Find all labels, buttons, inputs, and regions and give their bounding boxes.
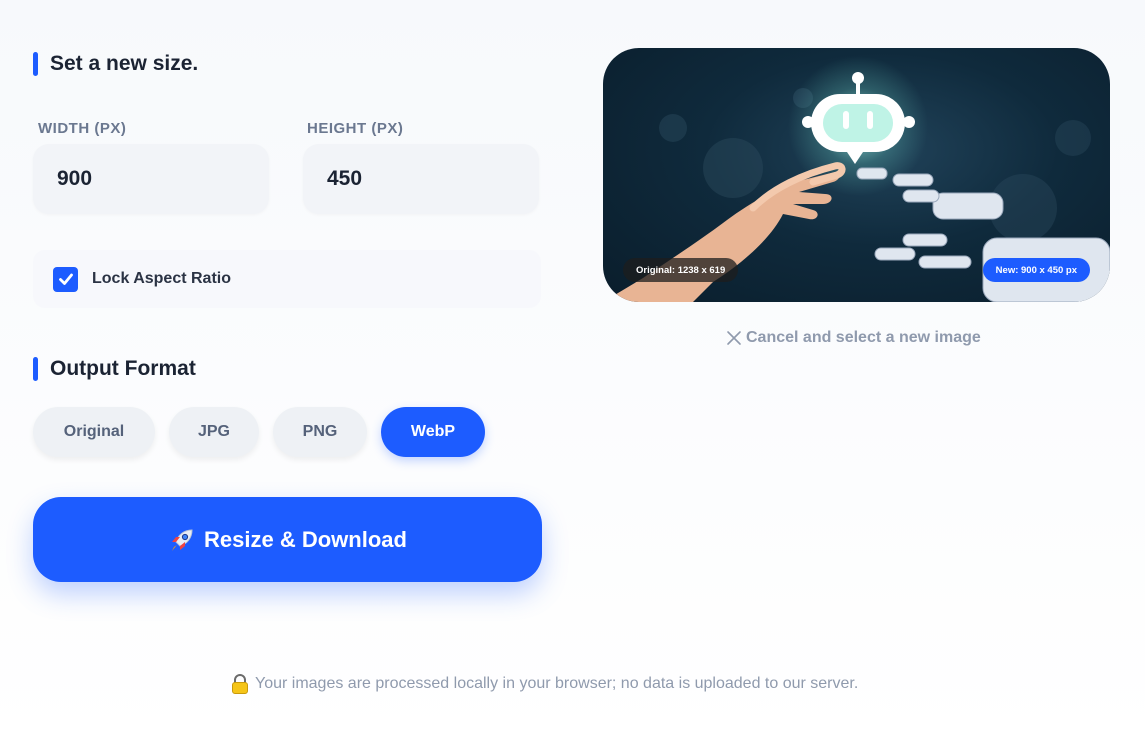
size-section-label: Set a new size. <box>50 52 199 75</box>
height-value: 450 <box>327 167 363 190</box>
height-label: HEIGHT (PX) <box>307 120 404 137</box>
image-preview: Original: 1238 x 619 New: 900 x 450 px <box>603 48 1110 302</box>
width-value: 900 <box>57 167 93 190</box>
format-original-button[interactable]: Original <box>33 407 155 457</box>
close-icon <box>727 331 741 345</box>
cancel-select-new-image-link[interactable]: Cancel and select a new image <box>726 329 981 347</box>
lock-aspect-ratio-label: Lock Aspect Ratio <box>92 270 231 287</box>
format-jpg-button[interactable]: JPG <box>169 407 259 457</box>
lock-aspect-ratio-checkbox[interactable] <box>53 266 78 292</box>
privacy-note-text: Your images are processed locally in you… <box>255 675 859 692</box>
section-accent-bar <box>33 357 38 381</box>
lock-aspect-ratio-row[interactable]: Lock Aspect Ratio <box>33 250 541 308</box>
original-size-badge: Original: 1238 x 619 <box>623 258 739 282</box>
width-input[interactable]: 900 <box>33 144 269 214</box>
cancel-label: Cancel and select a new image <box>746 329 981 346</box>
height-input[interactable]: 450 <box>303 144 539 214</box>
format-section-label: Output Format <box>50 357 196 380</box>
format-options: Original JPG PNG WebP <box>33 407 485 457</box>
resize-download-label: Resize & Download <box>204 526 407 552</box>
lock-icon <box>232 674 248 694</box>
format-webp-button[interactable]: WebP <box>381 407 485 457</box>
width-label: WIDTH (PX) <box>38 120 127 137</box>
format-png-button[interactable]: PNG <box>273 407 367 457</box>
resize-download-button[interactable]: Resize & Download <box>33 497 542 582</box>
check-icon <box>58 273 73 285</box>
size-section-title: Set a new size. <box>33 52 198 76</box>
privacy-note: Your images are processed locally in you… <box>231 674 858 694</box>
rocket-icon <box>172 528 193 551</box>
new-size-badge: New: 900 x 450 px <box>982 258 1090 282</box>
resize-tool: Set a new size. WIDTH (PX) 900 HEIGHT (P… <box>0 0 1145 743</box>
section-accent-bar <box>33 52 38 76</box>
format-section-title: Output Format <box>33 357 196 381</box>
